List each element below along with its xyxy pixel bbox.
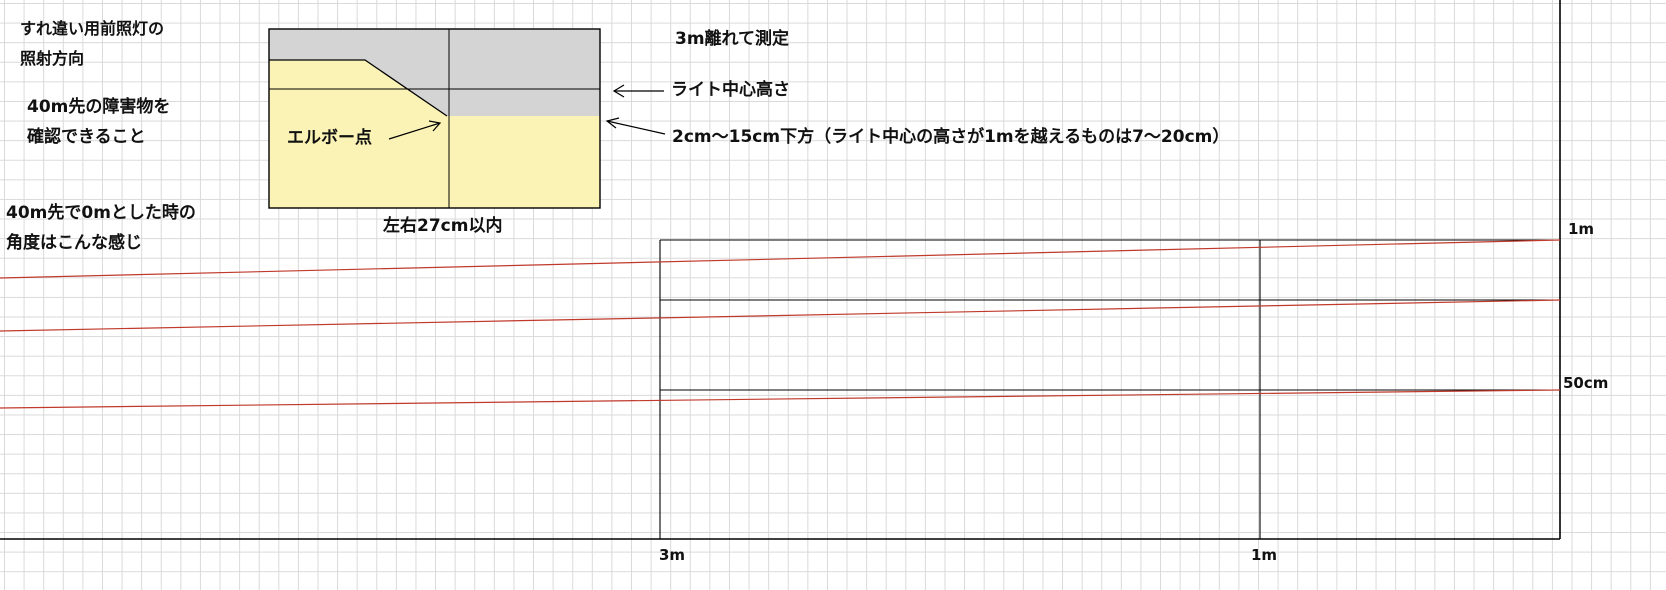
angle-note-line2: 角度はこんな感じ	[6, 233, 142, 253]
obstacle-note-line2: 確認できること	[27, 127, 146, 147]
obstacle-note-line1: 40m先の障害物を	[27, 97, 171, 117]
headlight-aim-diagram	[0, 0, 1561, 540]
x-label-1m: 1m	[1251, 546, 1278, 564]
elbow-point-label: エルボー点	[287, 128, 372, 148]
measure-note: 3m離れて測定	[675, 29, 790, 49]
light-center-label: ライト中心高さ	[671, 80, 790, 100]
angle-line-top	[0, 239, 1561, 279]
y-label-1m: 1m	[1568, 220, 1595, 238]
x-label-3m: 3m	[659, 546, 686, 564]
angle-line-middle	[0, 299, 1561, 332]
lower-range-arrow	[605, 117, 666, 135]
angle-note-line1: 40m先で0mとした時の	[6, 203, 196, 223]
direction-title-line2: 照射方向	[20, 49, 85, 68]
angle-note: 40m先で0mとした時の 角度はこんな感じ	[6, 198, 196, 258]
angle-lines	[0, 239, 1561, 409]
direction-title: すれ違い用前照灯の 照射方向	[20, 14, 164, 74]
obstacle-note: 40m先の障害物を 確認できること	[27, 92, 170, 152]
beam-pattern-screen	[268, 28, 601, 209]
direction-title-line1: すれ違い用前照灯の	[20, 19, 165, 38]
y-label-50cm: 50cm	[1563, 374, 1609, 392]
left-right-label: 左右27cm以内	[383, 216, 503, 236]
angle-line-bottom	[0, 389, 1561, 409]
light-center-arrow	[612, 84, 664, 98]
lower-range-label: 2cm～15cm下方（ライト中心の高さが1mを越えるものは7～20cm）	[672, 127, 1230, 147]
